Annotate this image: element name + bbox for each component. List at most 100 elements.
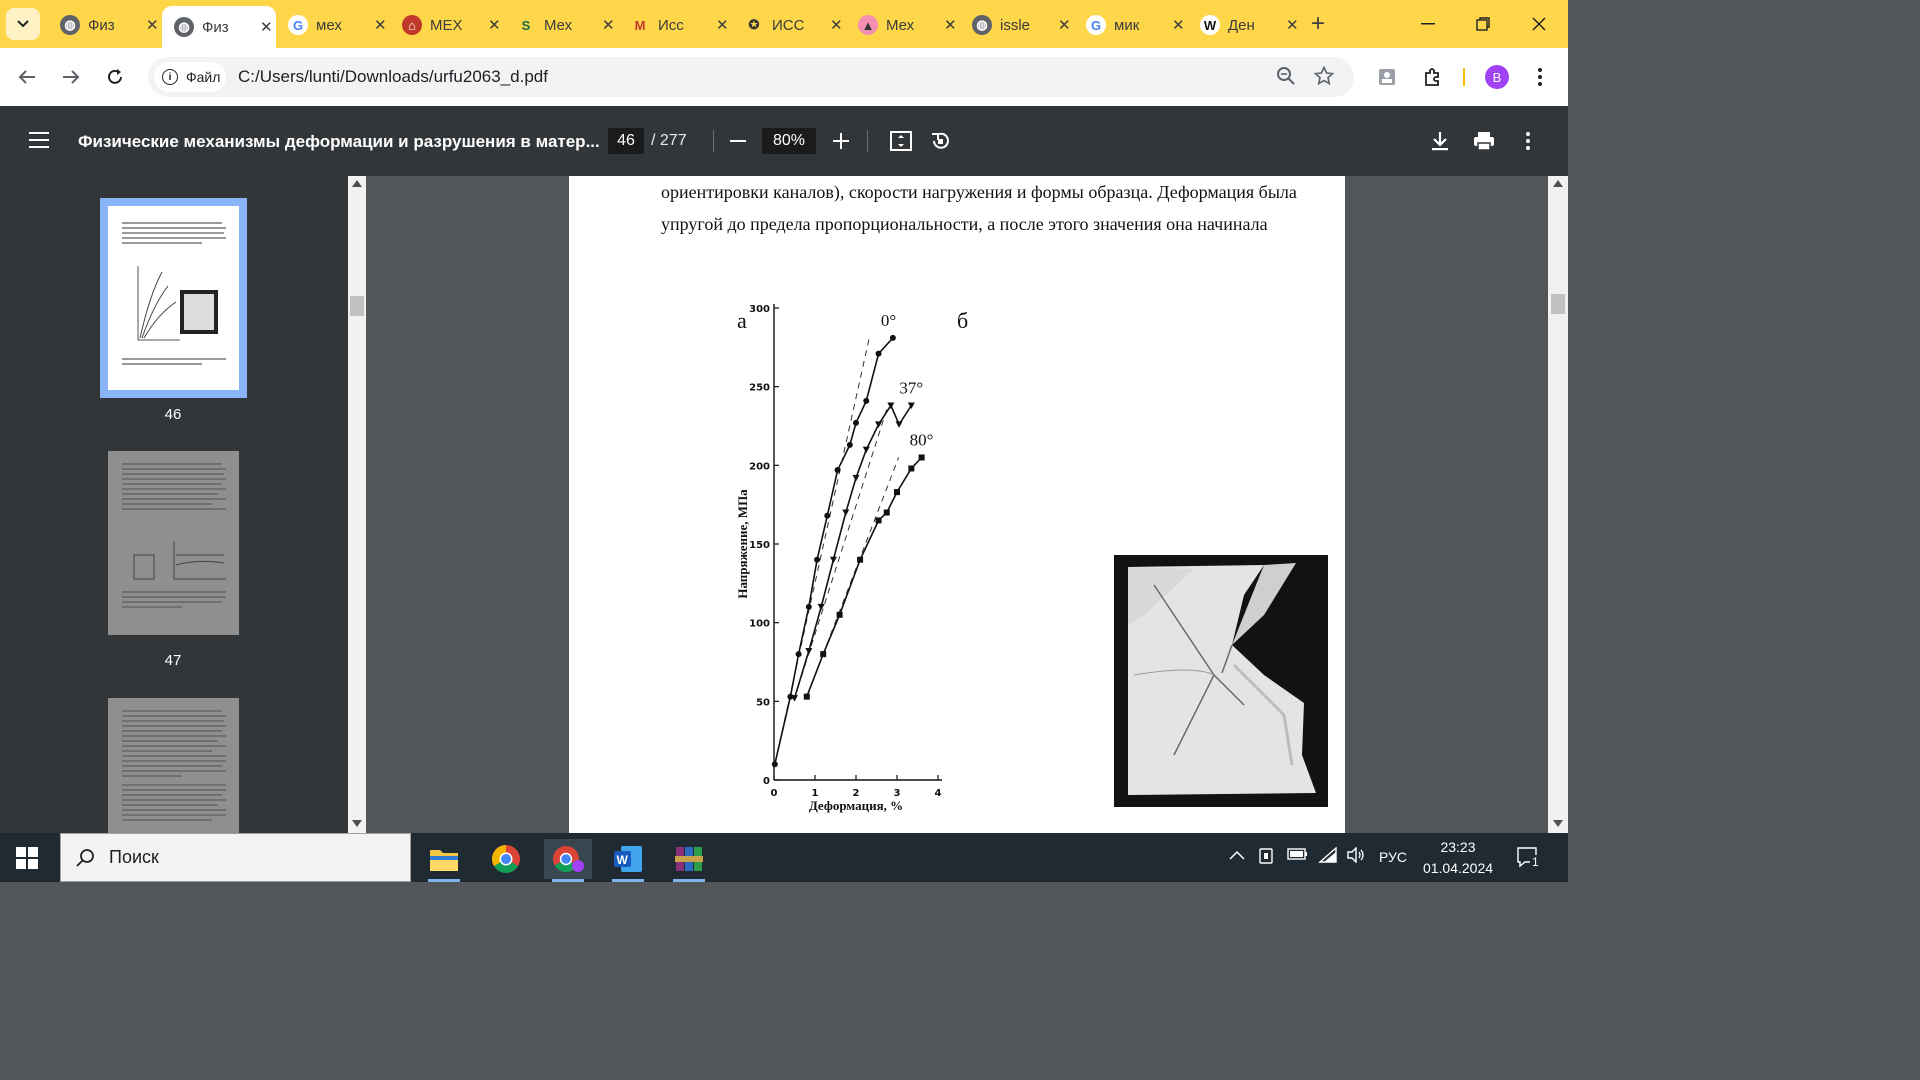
tab-10[interactable]: W Ден ✕ xyxy=(1188,8,1302,42)
reading-list-icon[interactable] xyxy=(1372,62,1402,92)
winrar-button[interactable] xyxy=(665,839,713,882)
tab-close-icon[interactable]: ✕ xyxy=(1058,16,1071,34)
battery-icon[interactable] xyxy=(1287,847,1309,866)
tab-4[interactable]: S Мех ✕ xyxy=(504,8,618,42)
scrollbar-thumb[interactable] xyxy=(1551,294,1565,314)
zoom-in-button[interactable] xyxy=(828,128,854,154)
wifi-icon[interactable] xyxy=(1318,846,1338,868)
download-button[interactable] xyxy=(1427,128,1453,154)
data-point xyxy=(918,454,925,461)
scroll-up-arrow-icon[interactable] xyxy=(352,180,362,187)
sidebar-toggle-menu-icon[interactable] xyxy=(29,132,49,153)
rotate-button[interactable] xyxy=(927,128,953,154)
scroll-down-arrow-icon[interactable] xyxy=(1553,820,1563,827)
notifications-button[interactable]: 1 xyxy=(1516,845,1541,869)
pdf-viewer[interactable]: ориентировки каналов), скорости нагружен… xyxy=(366,176,1548,833)
data-point xyxy=(834,467,841,474)
y-tick-label: 300 xyxy=(749,304,770,315)
tab-close-icon[interactable]: ✕ xyxy=(260,18,273,36)
specimen-photo xyxy=(1114,555,1328,807)
fit-to-page-button[interactable] xyxy=(888,128,914,154)
back-button[interactable] xyxy=(12,62,42,92)
tab-7[interactable]: ▲ Мех ✕ xyxy=(846,8,960,42)
thumbnail-page-46[interactable] xyxy=(108,206,239,390)
profile-avatar[interactable]: B xyxy=(1485,65,1509,89)
restore-button[interactable] xyxy=(1463,10,1503,38)
data-point xyxy=(857,556,864,563)
print-button[interactable] xyxy=(1471,128,1497,154)
info-icon: i xyxy=(162,69,178,85)
tab-title: МЕХ xyxy=(430,16,463,34)
volume-icon[interactable] xyxy=(1346,846,1366,868)
start-windows-icon[interactable] xyxy=(16,847,38,869)
tab-1[interactable]: ◍ Физ ✕ xyxy=(162,6,276,48)
zoom-icon[interactable] xyxy=(1276,66,1296,91)
tab-2[interactable]: Gмех ✕ xyxy=(276,8,390,42)
tab-close-icon[interactable]: ✕ xyxy=(374,16,387,34)
scroll-up-arrow-icon[interactable] xyxy=(1553,180,1563,187)
thumbnail-page-47[interactable] xyxy=(108,451,239,635)
extensions-puzzle-icon[interactable] xyxy=(1417,62,1447,92)
mc-icon: М xyxy=(634,17,646,33)
tab-close-icon[interactable]: ✕ xyxy=(716,16,729,34)
url-text[interactable]: C:/Users/lunti/Downloads/urfu2063_d.pdf xyxy=(238,67,548,87)
data-point xyxy=(883,509,890,516)
series-line xyxy=(774,337,894,765)
page-number-input[interactable]: 46 xyxy=(608,128,644,154)
tab-title: Исс xyxy=(658,16,684,34)
tab-close-icon[interactable]: ✕ xyxy=(146,16,159,34)
tab-close-icon[interactable]: ✕ xyxy=(1286,16,1299,34)
zoom-level-input[interactable]: 80% xyxy=(762,128,816,154)
globe-icon: ◍ xyxy=(174,17,194,37)
tab-6[interactable]: ✪ ИСС ✕ xyxy=(732,8,846,42)
word-button[interactable]: W xyxy=(604,839,652,882)
more-actions-button[interactable] xyxy=(1515,128,1541,154)
clock-date: 01.04.2024 xyxy=(1422,860,1494,876)
browser-menu-button[interactable] xyxy=(1525,62,1555,92)
tab-8[interactable]: ◍ issle ✕ xyxy=(960,8,1074,42)
tab-9[interactable]: Gмик ✕ xyxy=(1074,8,1188,42)
scrollbar-thumb[interactable] xyxy=(350,296,364,316)
svg-text:W: W xyxy=(617,853,629,867)
site-info-chip[interactable]: i Файл xyxy=(154,62,226,92)
windows-taskbar: Поиск W РУС 23:23 01.04.2024 1 xyxy=(0,833,1568,882)
sidebar-scrollbar[interactable] xyxy=(348,176,366,833)
tab-0[interactable]: ◍ Физ ✕ xyxy=(48,8,162,42)
tab-close-icon[interactable]: ✕ xyxy=(488,16,501,34)
file-explorer-button[interactable] xyxy=(420,839,468,882)
tab-search-button[interactable] xyxy=(6,8,40,40)
tab-5[interactable]: М Исс ✕ xyxy=(618,8,732,42)
tab-close-icon[interactable]: ✕ xyxy=(1172,16,1185,34)
chrome-profile-button[interactable] xyxy=(544,839,592,882)
crest-icon: ✪ xyxy=(748,17,760,32)
reload-button[interactable] xyxy=(100,62,130,92)
kebab-menu-icon xyxy=(1526,132,1530,150)
thumbnail-page-48[interactable] xyxy=(108,698,239,833)
clock-time: 23:23 xyxy=(1440,839,1476,855)
tab-close-icon[interactable]: ✕ xyxy=(830,16,843,34)
taskbar-clock[interactable]: 23:23 01.04.2024 xyxy=(1418,837,1498,879)
main-scrollbar[interactable] xyxy=(1548,176,1568,833)
pdf-page: ориентировки каналов), скорости нагружен… xyxy=(569,176,1345,833)
taskbar-search[interactable]: Поиск xyxy=(60,833,411,882)
device-icon[interactable] xyxy=(1259,847,1275,870)
tab-close-icon[interactable]: ✕ xyxy=(602,16,615,34)
minimize-button[interactable] xyxy=(1408,10,1448,38)
bookmark-star-icon[interactable] xyxy=(1313,65,1335,91)
print-icon xyxy=(1474,132,1494,151)
scroll-down-arrow-icon[interactable] xyxy=(352,820,362,827)
series-label: 37° xyxy=(899,379,923,398)
new-tab-button[interactable]: + xyxy=(1304,10,1332,38)
tab-close-icon[interactable]: ✕ xyxy=(944,16,957,34)
chrome-button[interactable] xyxy=(482,839,530,879)
forward-button[interactable] xyxy=(56,62,86,92)
tab-title: мик xyxy=(1114,16,1140,34)
close-window-button[interactable] xyxy=(1519,10,1559,38)
language-indicator[interactable]: РУС xyxy=(1379,849,1407,865)
tab-title: Мех xyxy=(886,16,915,34)
zoom-out-button[interactable] xyxy=(725,128,751,154)
tray-overflow-chevron-icon[interactable] xyxy=(1229,847,1245,865)
tab-3[interactable]: ⌂ МЕХ ✕ xyxy=(390,8,504,42)
address-bar[interactable]: i Файл C:/Users/lunti/Downloads/urfu2063… xyxy=(148,57,1354,97)
download-icon xyxy=(1432,132,1448,151)
